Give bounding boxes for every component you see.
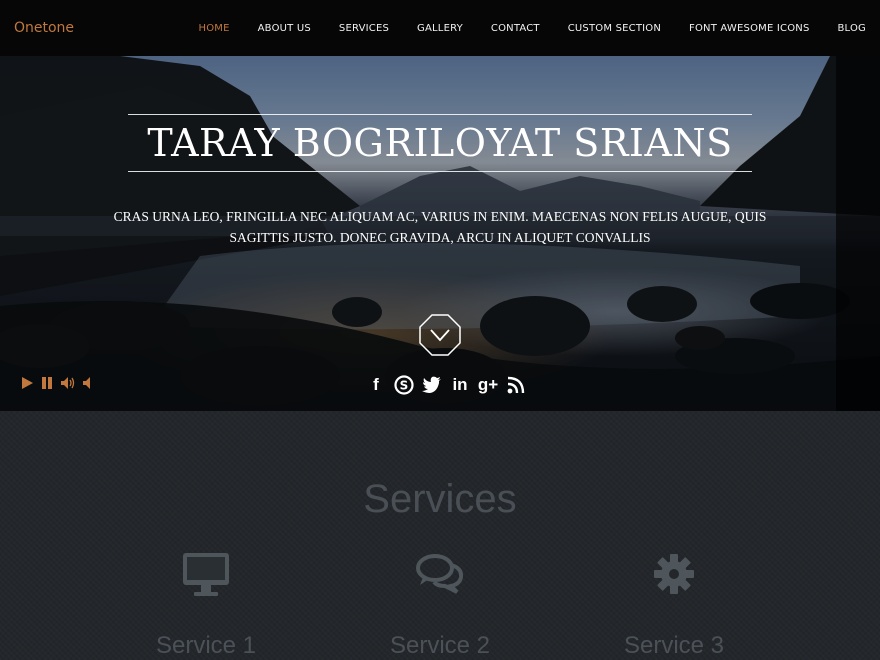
svg-text:S: S bbox=[400, 379, 409, 393]
service-item-2[interactable]: Service 2 bbox=[350, 549, 530, 660]
google-plus-icon[interactable]: g+ bbox=[477, 374, 499, 396]
nav-item-about-us[interactable]: ABOUT US bbox=[258, 23, 311, 34]
linkedin-icon[interactable]: in bbox=[449, 374, 471, 396]
play-icon[interactable] bbox=[20, 376, 34, 395]
main-nav: HOME ABOUT US SERVICES GALLERY CONTACT C… bbox=[171, 23, 867, 34]
volume-down-icon[interactable] bbox=[82, 376, 94, 395]
hero-title: TARAY BOGRILOYAT SRIANS bbox=[147, 121, 733, 165]
nav-item-gallery[interactable]: GALLERY bbox=[417, 23, 463, 34]
desktop-icon bbox=[116, 549, 296, 599]
nav-item-home[interactable]: HOME bbox=[199, 23, 230, 34]
comments-icon bbox=[350, 549, 530, 599]
nav-item-font-awesome-icons[interactable]: FONT AWESOME ICONS bbox=[689, 23, 809, 34]
volume-up-icon[interactable] bbox=[60, 376, 76, 395]
service-item-1[interactable]: Service 1 bbox=[116, 549, 296, 660]
pause-icon[interactable] bbox=[40, 376, 54, 395]
nav-item-services[interactable]: SERVICES bbox=[339, 23, 389, 34]
site-logo[interactable]: Onetone bbox=[14, 20, 74, 36]
nav-item-contact[interactable]: CONTACT bbox=[491, 23, 540, 34]
services-heading: Services bbox=[363, 477, 517, 521]
scroll-down-button[interactable] bbox=[419, 314, 461, 356]
nav-item-custom-section[interactable]: CUSTOM SECTION bbox=[568, 23, 661, 34]
twitter-icon[interactable] bbox=[421, 374, 443, 396]
service-label: Service 2 bbox=[389, 632, 491, 659]
skype-icon[interactable]: S bbox=[393, 374, 415, 396]
site-header: Onetone HOME ABOUT US SERVICES GALLERY C… bbox=[0, 0, 880, 56]
services-section: Services Service 1 Service 2 Service 3 bbox=[0, 411, 880, 660]
facebook-icon[interactable]: f bbox=[365, 374, 387, 396]
chevron-down-icon bbox=[419, 314, 461, 356]
hero-banner: TARAY BOGRILOYAT SRIANS CRAS URNA LEO, F… bbox=[0, 56, 880, 411]
rss-icon[interactable] bbox=[505, 374, 527, 396]
nav-item-blog[interactable]: BLOG bbox=[838, 23, 867, 34]
media-controls bbox=[20, 376, 94, 395]
service-label: Service 1 bbox=[155, 632, 257, 659]
social-links: f S in g+ bbox=[365, 374, 527, 396]
hero-title-frame: TARAY BOGRILOYAT SRIANS bbox=[128, 114, 752, 172]
hero-subtitle: CRAS URNA LEO, FRINGILLA NEC ALIQUAM AC,… bbox=[113, 209, 767, 245]
service-item-3[interactable]: Service 3 bbox=[584, 549, 764, 660]
service-label: Service 3 bbox=[623, 632, 725, 659]
gear-icon bbox=[584, 549, 764, 599]
